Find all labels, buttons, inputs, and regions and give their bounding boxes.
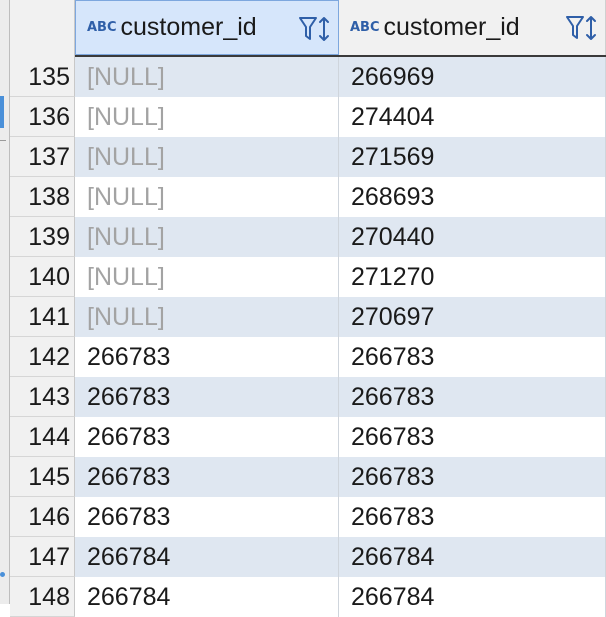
- cell-customer-id-2[interactable]: 266784: [339, 537, 606, 577]
- table-row[interactable]: 143 266783 266783: [10, 377, 606, 417]
- status-dot: [0, 572, 5, 577]
- row-number[interactable]: 144: [10, 417, 75, 457]
- table-row[interactable]: 139 [NULL] 270440: [10, 217, 606, 257]
- row-number[interactable]: 147: [10, 537, 75, 577]
- cell-customer-id-2[interactable]: 271569: [339, 137, 606, 177]
- cell-customer-id-1[interactable]: 266783: [75, 337, 339, 377]
- row-number-header[interactable]: [10, 0, 75, 57]
- row-number[interactable]: 140: [10, 257, 75, 297]
- sort-icon[interactable]: [586, 16, 596, 40]
- cell-customer-id-1[interactable]: 266783: [75, 457, 339, 497]
- cell-customer-id-1[interactable]: 266784: [75, 537, 339, 577]
- row-number[interactable]: 135: [10, 57, 75, 97]
- row-number[interactable]: 148: [10, 577, 75, 617]
- row-number[interactable]: 139: [10, 217, 75, 257]
- cell-customer-id-1[interactable]: [NULL]: [75, 57, 339, 97]
- table-row[interactable]: 140 [NULL] 271270: [10, 257, 606, 297]
- cell-customer-id-1[interactable]: [NULL]: [75, 257, 339, 297]
- column-header-2[interactable]: ABC customer_id: [339, 0, 606, 55]
- row-number[interactable]: 138: [10, 177, 75, 217]
- sort-icon[interactable]: [319, 17, 329, 41]
- column-controls: [565, 14, 599, 42]
- filter-icon[interactable]: [566, 16, 584, 39]
- cell-customer-id-2[interactable]: 270440: [339, 217, 606, 257]
- cell-customer-id-1[interactable]: 266783: [75, 497, 339, 537]
- divider-tick: [0, 140, 6, 141]
- text-type-icon: ABC: [87, 20, 117, 35]
- selection-marker: [0, 96, 4, 128]
- column-header-1[interactable]: ABC customer_id: [75, 0, 339, 55]
- row-number[interactable]: 137: [10, 137, 75, 177]
- cell-customer-id-1[interactable]: 266783: [75, 417, 339, 457]
- cell-customer-id-1[interactable]: [NULL]: [75, 297, 339, 337]
- cell-customer-id-1[interactable]: 266784: [75, 577, 339, 617]
- table-row[interactable]: 135 [NULL] 266969: [10, 57, 606, 97]
- cell-customer-id-1[interactable]: [NULL]: [75, 217, 339, 257]
- cell-customer-id-1[interactable]: 266783: [75, 377, 339, 417]
- table-row[interactable]: 147 266784 266784: [10, 537, 606, 577]
- cell-customer-id-1[interactable]: [NULL]: [75, 177, 339, 217]
- cell-customer-id-2[interactable]: 266783: [339, 337, 606, 377]
- table-row[interactable]: 141 [NULL] 270697: [10, 297, 606, 337]
- table-row[interactable]: 138 [NULL] 268693: [10, 177, 606, 217]
- table-row[interactable]: 136 [NULL] 274404: [10, 97, 606, 137]
- column-title: customer_id: [383, 13, 520, 41]
- table-row[interactable]: 148 266784 266784: [10, 577, 606, 617]
- column-controls: [298, 15, 332, 43]
- cell-customer-id-2[interactable]: 266783: [339, 457, 606, 497]
- cell-customer-id-1[interactable]: [NULL]: [75, 137, 339, 177]
- row-number[interactable]: 142: [10, 337, 75, 377]
- cell-customer-id-2[interactable]: 266783: [339, 497, 606, 537]
- table-row[interactable]: 145 266783 266783: [10, 457, 606, 497]
- cell-customer-id-2[interactable]: 266783: [339, 417, 606, 457]
- row-number[interactable]: 141: [10, 297, 75, 337]
- column-title: customer_id: [120, 13, 257, 41]
- row-number[interactable]: 145: [10, 457, 75, 497]
- cell-customer-id-2[interactable]: 274404: [339, 97, 606, 137]
- cell-customer-id-2[interactable]: 270697: [339, 297, 606, 337]
- cell-customer-id-2[interactable]: 271270: [339, 257, 606, 297]
- cell-customer-id-2[interactable]: 266783: [339, 377, 606, 417]
- grid-header: ABC customer_id ABC customer_id: [10, 0, 606, 57]
- cell-customer-id-1[interactable]: [NULL]: [75, 97, 339, 137]
- cell-customer-id-2[interactable]: 268693: [339, 177, 606, 217]
- cell-customer-id-2[interactable]: 266784: [339, 577, 606, 617]
- table-row[interactable]: 142 266783 266783: [10, 337, 606, 377]
- text-key-type-icon: ABC: [350, 20, 380, 35]
- table-row[interactable]: 146 266783 266783: [10, 497, 606, 537]
- row-number[interactable]: 143: [10, 377, 75, 417]
- table-row[interactable]: 144 266783 266783: [10, 417, 606, 457]
- results-grid: ABC customer_id ABC customer_id 135 [NUL…: [10, 0, 606, 617]
- row-number[interactable]: 136: [10, 97, 75, 137]
- filter-icon[interactable]: [299, 17, 317, 40]
- row-number[interactable]: 146: [10, 497, 75, 537]
- table-row[interactable]: 137 [NULL] 271569: [10, 137, 606, 177]
- left-panel-edge: [0, 0, 10, 604]
- cell-customer-id-2[interactable]: 266969: [339, 57, 606, 97]
